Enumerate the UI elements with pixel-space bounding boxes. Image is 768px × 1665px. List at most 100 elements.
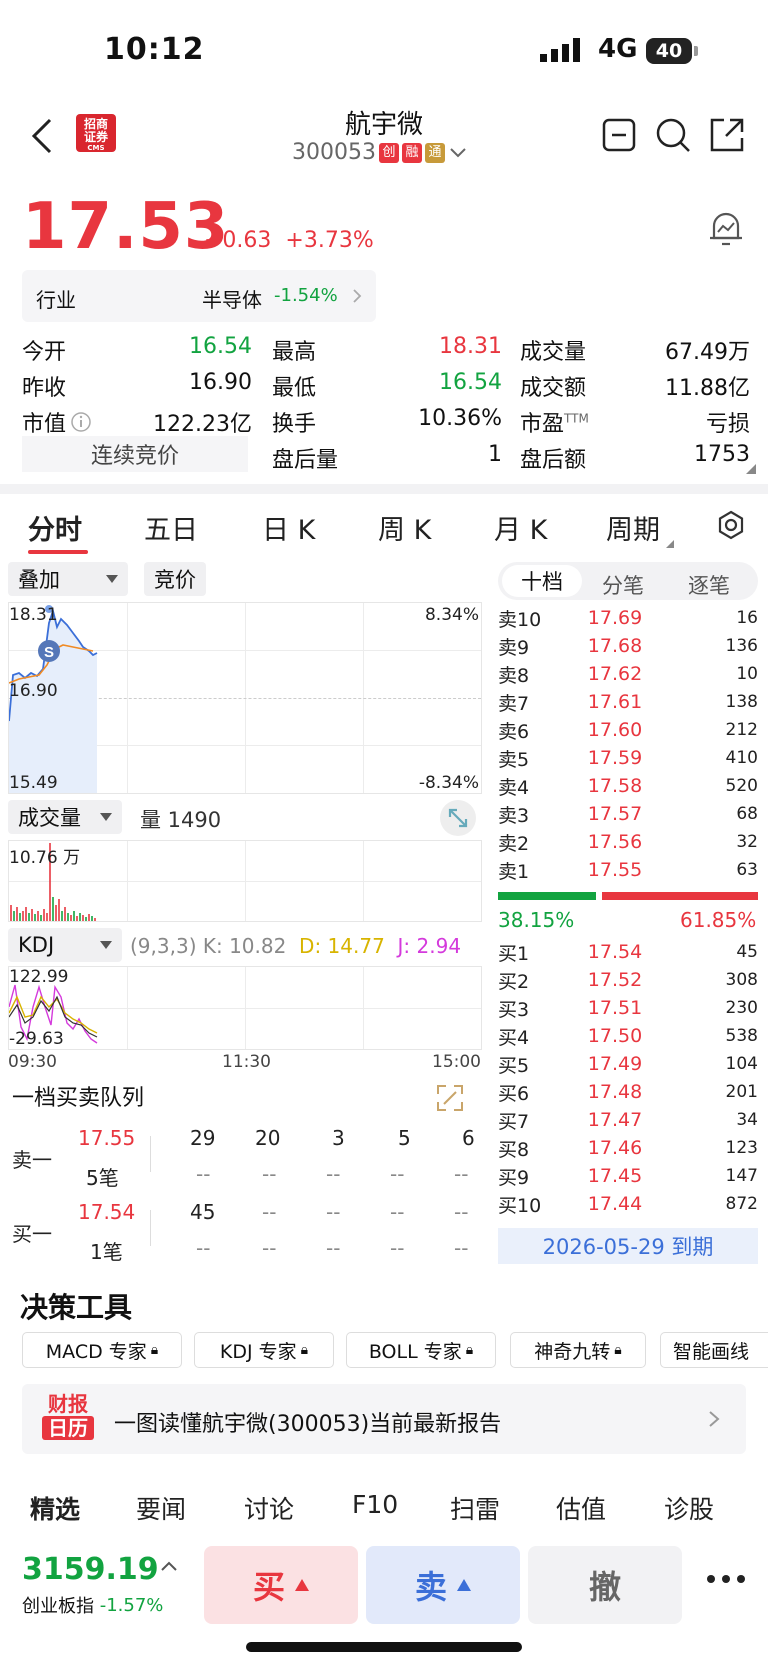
btab-featured[interactable]: 精选	[30, 1490, 80, 1526]
btab-f10[interactable]: F10	[352, 1490, 398, 1519]
book-cell: 买8	[498, 1138, 530, 1161]
volume-chart: 10.76 万	[8, 840, 482, 922]
book-cell: 17.68	[587, 635, 643, 657]
book-tab-ten[interactable]: 十档	[502, 565, 582, 597]
book-cell: 17.46	[587, 1137, 643, 1159]
tab-five-day[interactable]: 五日	[144, 508, 198, 547]
book-cell: 123	[725, 1138, 758, 1158]
book-cell: 17.45	[587, 1165, 643, 1187]
book-cell: 卖8	[498, 664, 530, 687]
book-cell: 17.57	[587, 803, 643, 825]
index-value[interactable]: 3159.19	[22, 1552, 159, 1587]
stock-code-selector[interactable]: 300053 创 融 通	[292, 140, 467, 165]
buy-ratio: 38.15%	[498, 908, 575, 932]
share-icon[interactable]	[708, 116, 746, 154]
btab-diagnose[interactable]: 诊股	[664, 1490, 714, 1526]
book-tab-trades[interactable]: 逐笔	[688, 570, 730, 600]
ask-row[interactable]: 卖5 17.59 410	[498, 744, 758, 772]
book-cell: 买1	[498, 942, 530, 965]
bid-row[interactable]: 买4 17.50 538	[498, 1022, 758, 1050]
bid-row[interactable]: 买1 17.54 45	[498, 938, 758, 966]
more-icon[interactable]	[706, 1574, 746, 1584]
bid-row[interactable]: 买6 17.48 201	[498, 1078, 758, 1106]
book-cell: 872	[725, 1194, 758, 1214]
overlay-dropdown[interactable]: 叠加	[8, 562, 128, 596]
tab-intraday[interactable]: 分时	[28, 508, 82, 547]
btab-discuss[interactable]: 讨论	[244, 1490, 294, 1526]
sell-ratio: 61.85%	[680, 908, 757, 932]
tool-kdj[interactable]: KDJ 专家 🔒︎	[194, 1332, 334, 1368]
btab-risk[interactable]: 扫雷	[450, 1490, 500, 1526]
tool-macd[interactable]: MACD 专家 🔒︎	[22, 1332, 182, 1368]
book-cell: 308	[725, 970, 758, 990]
ask-row[interactable]: 卖9 17.68 136	[498, 632, 758, 660]
tab-period[interactable]: 周期	[606, 508, 660, 547]
ask-row[interactable]: 卖4 17.58 520	[498, 772, 758, 800]
ask-row[interactable]: 卖8 17.62 10	[498, 660, 758, 688]
cancel-button[interactable]: 撤	[528, 1546, 682, 1624]
buy-button[interactable]: 买	[204, 1546, 358, 1624]
tab-week-k[interactable]: 周 K	[378, 508, 431, 547]
ask-row[interactable]: 卖6 17.60 212	[498, 716, 758, 744]
book-tab-ticks[interactable]: 分笔	[602, 570, 644, 600]
auction-button[interactable]: 竞价	[144, 562, 206, 596]
bid-row[interactable]: 买10 17.44 872	[498, 1190, 758, 1218]
svg-text:S: S	[44, 644, 54, 661]
period-corner-icon	[666, 540, 674, 548]
book-cell: 卖3	[498, 804, 530, 827]
book-cell: 63	[736, 860, 758, 880]
tab-day-k[interactable]: 日 K	[262, 508, 315, 547]
tool-nine[interactable]: 神奇九转 🔒︎	[510, 1332, 646, 1368]
caret-down-icon	[100, 941, 112, 949]
book-cell: 买9	[498, 1166, 530, 1189]
ask-row[interactable]: 卖2 17.56 32	[498, 828, 758, 856]
tool-draw[interactable]: 智能画线	[660, 1332, 768, 1368]
price-chart[interactable]: S 18.31 16.90 15.49 8.34% -8.34%	[8, 602, 482, 794]
volume-dropdown[interactable]: 成交量	[8, 800, 122, 834]
corner-expand-icon[interactable]	[746, 464, 756, 474]
lock-icon: 🔒︎	[300, 1342, 309, 1358]
bid-row[interactable]: 买2 17.52 308	[498, 966, 758, 994]
tab-month-k[interactable]: 月 K	[494, 508, 547, 547]
industry-bar[interactable]: 行业 半导体 -1.54%	[22, 270, 376, 322]
alert-bell-icon[interactable]	[708, 208, 744, 248]
info-icon[interactable]	[70, 411, 92, 433]
chevron-up-icon[interactable]	[160, 1560, 178, 1572]
book-cell: 17.59	[587, 747, 643, 769]
book-cell: 212	[725, 720, 758, 740]
book-cell: 136	[725, 636, 758, 656]
report-banner[interactable]: 财报 日历 一图读懂航宇微(300053)当前最新报告	[22, 1384, 746, 1454]
caret-down-icon	[106, 575, 118, 583]
book-cell: 17.48	[587, 1081, 643, 1103]
book-cell: 17.47	[587, 1109, 643, 1131]
book-tabs: 十档 分笔 逐笔	[498, 562, 758, 600]
ask-row[interactable]: 卖1 17.55 63	[498, 856, 758, 884]
ask-row[interactable]: 卖10 17.69 16	[498, 604, 758, 632]
book-cell: 买6	[498, 1082, 530, 1105]
bid-row[interactable]: 买7 17.47 34	[498, 1106, 758, 1134]
bid-row[interactable]: 买3 17.51 230	[498, 994, 758, 1022]
btab-news[interactable]: 要闻	[136, 1490, 186, 1526]
book-cell: 410	[725, 748, 758, 768]
book-cell: 45	[736, 942, 758, 962]
kdj-dropdown[interactable]: KDJ	[8, 928, 122, 962]
book-cell: 17.61	[587, 691, 643, 713]
btab-valuation[interactable]: 估值	[556, 1490, 606, 1526]
minimize-icon[interactable]	[602, 118, 636, 152]
fullscreen-icon[interactable]	[440, 800, 476, 836]
sell-button[interactable]: 卖	[366, 1546, 520, 1624]
book-cell: 17.44	[587, 1193, 643, 1215]
bid-row[interactable]: 买8 17.46 123	[498, 1134, 758, 1162]
expand-icon[interactable]	[436, 1084, 464, 1112]
settings-icon[interactable]	[716, 510, 746, 540]
book-cell: 16	[736, 608, 758, 628]
ask-row[interactable]: 卖7 17.61 138	[498, 688, 758, 716]
bid-row[interactable]: 买5 17.49 104	[498, 1050, 758, 1078]
bid-row[interactable]: 买9 17.45 147	[498, 1162, 758, 1190]
book-cell: 147	[725, 1166, 758, 1186]
tool-boll[interactable]: BOLL 专家 🔒︎	[346, 1332, 496, 1368]
caret-up-icon	[295, 1579, 309, 1591]
chevron-down-icon	[450, 147, 466, 157]
search-icon[interactable]	[654, 116, 692, 154]
ask-row[interactable]: 卖3 17.57 68	[498, 800, 758, 828]
